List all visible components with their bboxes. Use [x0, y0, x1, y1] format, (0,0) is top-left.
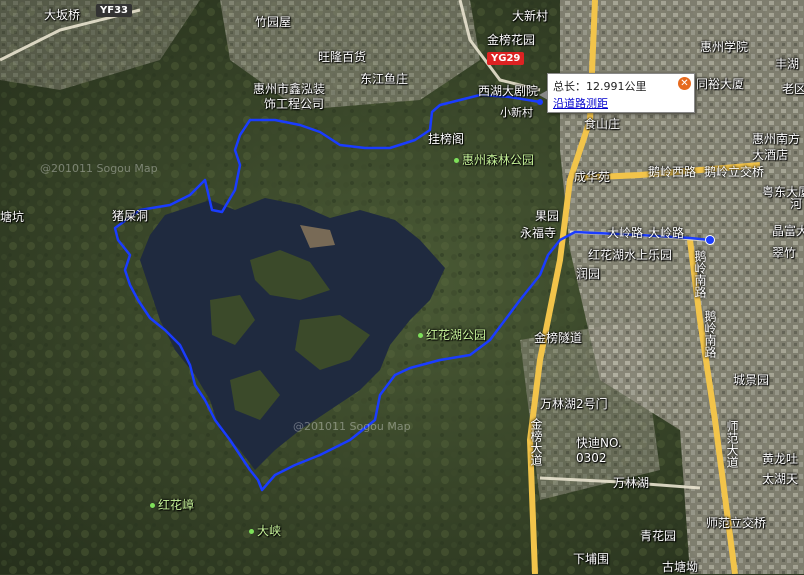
close-icon[interactable]: ✕: [678, 77, 691, 90]
poi-dot-icon: [454, 158, 459, 163]
place-label: 猪屎洞: [112, 209, 149, 223]
distance-popup: 总长：12.991公里 沿道路测距 ✕: [539, 73, 695, 113]
road-label: 师范大道: [725, 420, 739, 468]
popup-tail: [539, 90, 548, 100]
place-label: 竹园屋: [255, 15, 292, 29]
map-watermark: @201011 Sogou Map: [293, 420, 411, 433]
place-label: 同裕大厦: [696, 77, 745, 91]
place-label: 万林湖: [613, 476, 650, 490]
road-label: 鹅岭南路: [703, 310, 717, 358]
place-label: 旺隆百货: [318, 50, 367, 64]
map-watermark: @201011 Sogou Map: [40, 162, 158, 175]
place-label: 金榜花园: [487, 33, 536, 47]
route-end-marker[interactable]: [705, 235, 715, 245]
road-label: 大岭路: [607, 226, 644, 240]
place-label-text: 大峡: [257, 524, 282, 538]
poi-dot-icon: [150, 503, 155, 508]
place-label: 翠竹: [772, 246, 797, 260]
road-label: 鹅岭南路: [693, 250, 707, 298]
road-label: 鹅岭西路: [648, 165, 697, 179]
total-distance-label: 总长：: [553, 80, 586, 93]
road-shield: YG29: [487, 52, 525, 65]
place-label: 红花湖公园: [418, 326, 486, 343]
place-label: 塘坑: [0, 210, 25, 224]
place-label: 惠州南方: [752, 132, 801, 146]
place-label: 惠州森林公园: [454, 151, 534, 168]
place-label-text: 红花嶂: [158, 498, 195, 512]
place-label: 万林湖2号门: [540, 397, 608, 411]
place-label: 大新村: [512, 9, 549, 23]
poi-dot-icon: [418, 333, 423, 338]
place-label: 师范立交桥: [706, 516, 767, 530]
place-label: 红花嶂: [150, 496, 194, 513]
place-label: 果园: [535, 209, 560, 223]
place-label: 成华苑: [574, 170, 611, 184]
measure-along-road-link[interactable]: 沿道路测距: [553, 95, 608, 111]
place-label: 润园: [576, 267, 601, 281]
total-distance-text: 总长：12.991公里: [553, 78, 647, 94]
place-label: 晶富大: [772, 224, 804, 238]
place-label: 古塘坳: [662, 560, 699, 574]
place-label-text: 红花湖公园: [426, 328, 487, 342]
place-label: 大峡: [249, 522, 281, 539]
place-label: 河: [790, 197, 803, 211]
total-distance-value: 12.991公里: [586, 80, 647, 93]
road-shield: YF33: [96, 4, 132, 17]
place-label: 青花园: [640, 529, 677, 543]
place-label: 东江鱼庄: [360, 72, 409, 86]
place-label: 饰工程公司: [264, 97, 325, 111]
place-label: 老区: [782, 82, 804, 96]
place-label: 惠州学院: [700, 40, 749, 54]
place-label: 永福寺: [520, 226, 557, 240]
place-label: 下埔围: [573, 552, 610, 566]
place-label: 0302: [576, 451, 607, 465]
place-label: 小新村: [500, 106, 533, 119]
place-label: 食山庄: [584, 117, 621, 131]
place-label: 红花湖水上乐园: [588, 248, 673, 262]
place-label: 西湖大剧院: [478, 84, 539, 98]
place-label: 大酒店: [752, 148, 789, 162]
place-label: 城景园: [733, 373, 770, 387]
place-label: 挂榜阁: [428, 132, 465, 146]
place-label: 金榜隧道: [534, 331, 583, 345]
road-label: 金榜大道: [529, 418, 543, 466]
poi-dot-icon: [249, 529, 254, 534]
place-label: 太湖天: [762, 472, 799, 486]
road-label: 大岭路: [648, 226, 685, 240]
place-label: 快迪NO.: [576, 436, 622, 450]
place-label: 大坂桥: [44, 8, 81, 22]
road-label: 鹅岭立交桥: [704, 165, 765, 179]
place-label-text: 惠州森林公园: [462, 153, 535, 167]
place-label: 丰湖: [775, 57, 800, 71]
place-label: 黄龙吐: [762, 452, 799, 466]
